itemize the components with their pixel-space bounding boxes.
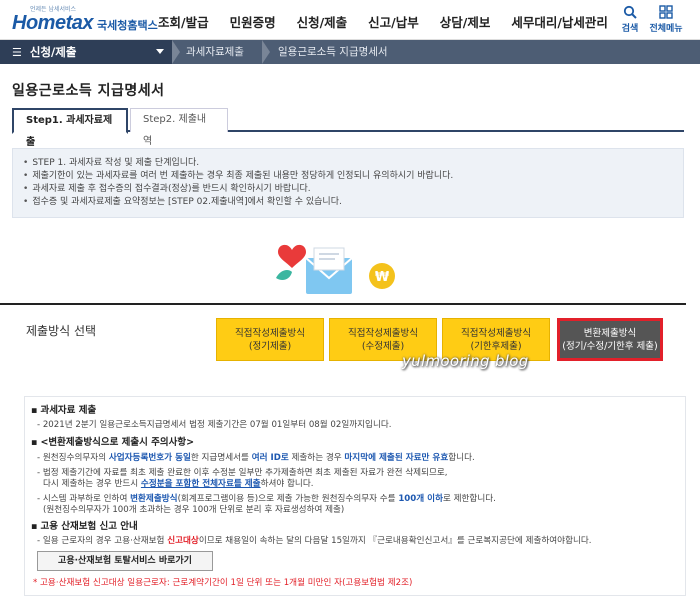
info-text: 하셔야 합니다.	[260, 479, 314, 489]
info-text-emphasis: 여러 ID로	[251, 453, 289, 463]
conversion-submit-button[interactable]: 변환제출방식 (정기/수정/기한후 제출)	[557, 318, 663, 361]
location-bar: ☰ 신청/제출 과세자료제출 일용근로소득 지급명세서	[0, 40, 700, 64]
info-text-emphasis: 100개 이하	[398, 494, 443, 504]
all-menu-button[interactable]: 전체메뉴	[648, 5, 684, 34]
total-service-link-button[interactable]: 고용·산재보험 토탈서비스 바로가기	[37, 551, 213, 571]
info-text: 다시 제출하는 경우 반드시	[43, 479, 141, 489]
main-menu: 조회/발급 민원증명 신청/제출 신고/납부 상담/제보 세무대리/납세관리	[158, 12, 629, 31]
info-text-emphasis: 마지막에 제출된 자료만 유효	[344, 453, 449, 463]
info-text-emphasis: 변환제출방식	[130, 494, 178, 504]
tab-step1[interactable]: Step1. 과세자료제출	[12, 108, 128, 148]
menu-tax-agent[interactable]: 세무대리/납세관리	[511, 12, 608, 31]
button-line: 직접작성제출방식	[461, 328, 531, 339]
breadcrumb-separator	[262, 40, 272, 64]
notice-box: STEP 1. 과세자료 작성 및 제출 단계입니다. 제출기한이 있는 과세자…	[12, 148, 684, 218]
red-footnote: * 고용·산재보험 신고대상 일용근로자: 근로계약기간이 1일 단위 또는 1…	[33, 578, 413, 588]
notice-item: 접수증 및 과세자료제출 요약정보는 [STEP 02.제출내역]에서 확인할 …	[23, 196, 673, 209]
info-text: 일용 근로자의 경우 고용·산재보험	[42, 536, 168, 546]
svg-text:₩: ₩	[375, 270, 390, 285]
breadcrumb-separator	[172, 40, 182, 64]
info-text: 로 제한합니다.	[442, 494, 496, 504]
info-line: 일용 근로자의 경우 고용·산재보험 신고대상이므로 채용일이 속하는 달의 다…	[37, 536, 592, 547]
info-text: 원천징수의무자의	[42, 453, 109, 463]
info-heading: 고용 산재보험 신고 안내	[31, 521, 137, 532]
info-line: 법정 제출기간에 자료를 최초 제출 완료한 이후 수정분 일부만 추가제출하면…	[37, 468, 448, 479]
search-icon	[612, 5, 648, 21]
logo-mark: Hometax	[12, 12, 93, 34]
info-text-emphasis: 수정분을 포함한 전체자료를 제출	[140, 479, 261, 489]
info-line: (원천징수의무자가 100개 초과하는 경우 100개 단위로 분리 후 자료생…	[43, 505, 345, 515]
step-tabs: Step1. 과세자료제출 Step2. 제출내역	[12, 108, 684, 148]
blog-watermark: yulmooring blog	[402, 352, 529, 370]
breadcrumb-item-daily-statement[interactable]: 일용근로소득 지급명세서	[278, 40, 388, 64]
page-title: 일용근로소득 지급명세서	[12, 83, 165, 99]
tab-step2[interactable]: Step2. 제출내역	[130, 108, 228, 147]
method-section-label: 제출방식 선택	[26, 324, 97, 338]
breadcrumb-item-tax-data[interactable]: 과세자료제출	[186, 40, 244, 64]
grid-menu-icon	[648, 5, 684, 21]
info-text: 제출하는 경우	[288, 453, 345, 463]
search-button[interactable]: 검색	[612, 5, 648, 34]
info-text: 한 지급명세서를	[190, 453, 252, 463]
button-line: (정기/수정/기한후 제출)	[562, 341, 658, 352]
top-header: 언제든 남세서비스 Hometax 국세청홈택스 조회/발급 민원증명 신청/제…	[0, 0, 700, 40]
info-text-emphasis: 신고대상	[167, 536, 199, 546]
info-line: 2021년 2분기 일용근로소득지급명세서 법정 제출기간은 07월 01일부터…	[37, 420, 392, 431]
info-text: 시스템 과부하로 인하여	[42, 494, 131, 504]
direct-regular-submit-button[interactable]: 직접작성제출방식 (정기제출)	[216, 318, 324, 361]
info-text-emphasis: 사업자등록번호가 동일	[108, 453, 191, 463]
info-line: 원천징수의무자의 사업자등록번호가 동일한 지급명세서를 여러 ID로 제출하는…	[37, 453, 475, 464]
menu-certificate[interactable]: 민원증명	[230, 12, 276, 31]
notice-item: 제출기한이 있는 과세자료를 여러 번 제출하는 경우 최종 제출된 내용만 정…	[23, 170, 673, 183]
notice-item: STEP 1. 과세자료 작성 및 제출 단계입니다.	[23, 157, 673, 170]
menu-application[interactable]: 신청/제출	[297, 12, 348, 31]
current-menu-label: 신청/제출	[29, 45, 77, 59]
info-text: (회계프로그램이용 등)으로 제출 가능한 원천징수의무자 수를	[177, 494, 399, 504]
hamburger-icon: ☰	[12, 45, 22, 59]
all-menu-label: 전체메뉴	[649, 24, 683, 34]
info-heading: 과세자료 제출	[31, 405, 96, 416]
menu-consult[interactable]: 상담/제보	[440, 12, 491, 31]
info-line: 다시 제출하는 경우 반드시 수정분을 포함한 전체자료를 제출하셔야 합니다.	[43, 479, 313, 490]
button-line: (정기제출)	[248, 341, 292, 352]
button-line: 직접작성제출방식	[348, 328, 418, 339]
caret-down-icon	[156, 49, 164, 54]
submit-illustration: ₩	[270, 238, 410, 300]
current-menu-dropdown[interactable]: ☰ 신청/제출	[0, 40, 172, 64]
notice-item: 과세자료 제출 후 접수증의 접수결과(정상)를 반드시 확인하시기 바랍니다.	[23, 183, 673, 196]
search-label: 검색	[621, 24, 639, 34]
menu-report-payment[interactable]: 신고/납부	[368, 12, 419, 31]
section-divider	[0, 303, 686, 305]
info-text: 이므로 채용일이 속하는 달의 다음달 15일까지 『근로내용확인신고서』를 근…	[198, 536, 592, 546]
button-line: 변환제출방식	[583, 328, 637, 339]
button-line: 직접작성제출방식	[235, 328, 305, 339]
menu-inquiry[interactable]: 조회/발급	[158, 12, 209, 31]
logo-kr: 국세청홈택스	[97, 19, 158, 32]
info-line: 시스템 과부하로 인하여 변환제출방식(회계프로그램이용 등)으로 제출 가능한…	[37, 494, 496, 505]
info-box: 과세자료 제출 2021년 2분기 일용근로소득지급명세서 법정 제출기간은 0…	[24, 396, 686, 596]
info-heading: <변환제출방식으로 제출시 주의사항>	[31, 437, 194, 448]
info-text: 합니다.	[448, 453, 475, 463]
hometax-logo[interactable]: 언제든 남세서비스 Hometax 국세청홈택스	[10, 4, 160, 36]
